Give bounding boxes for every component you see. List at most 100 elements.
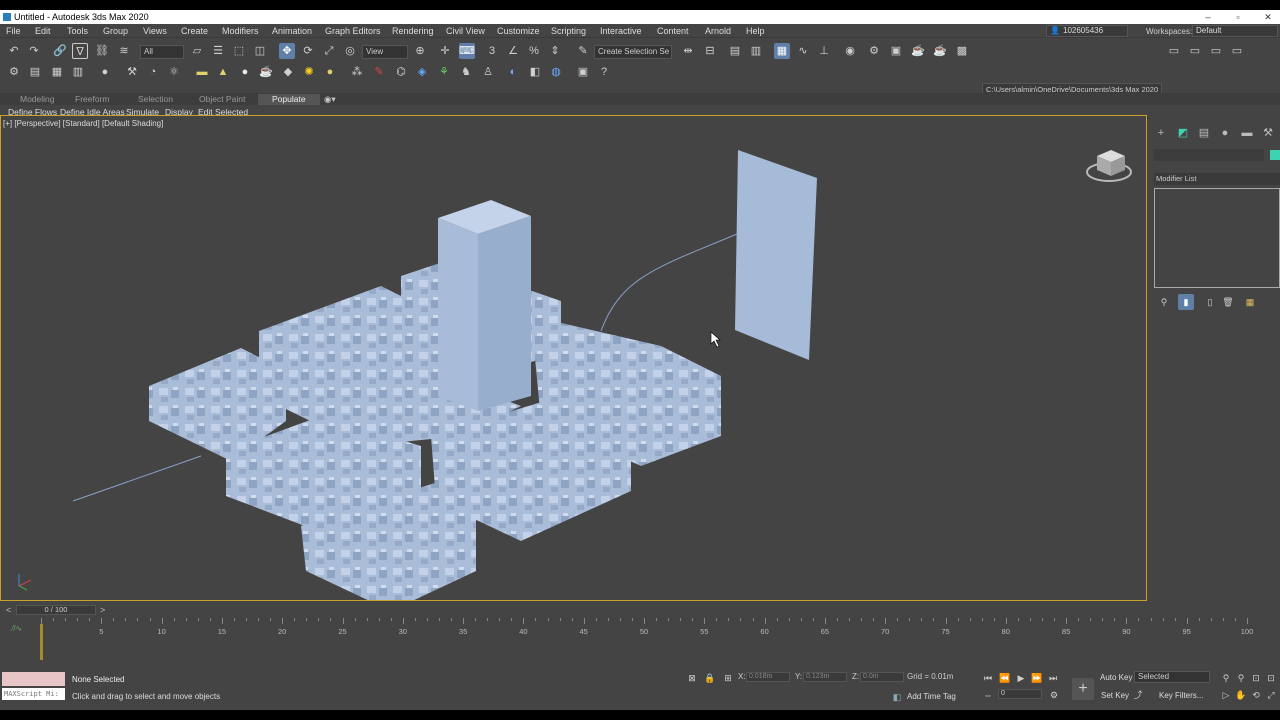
cloth-icon[interactable]: ◈ — [414, 64, 430, 80]
utilities-tab-icon[interactable]: ⚒ — [1261, 126, 1275, 140]
rect-region-icon[interactable]: ⬚ — [231, 43, 247, 59]
zoom-all-icon[interactable]: ⚲ — [1233, 670, 1249, 686]
isolate-selection-icon[interactable]: ⊠ — [684, 670, 700, 686]
maxscript-mini-input[interactable]: MAXScript Mi: — [2, 688, 65, 700]
current-frame-field[interactable]: 0 — [998, 689, 1042, 699]
arnold-render-icon[interactable]: ◐ — [505, 64, 521, 80]
light-create-icon[interactable]: ✺ — [301, 64, 317, 80]
modify-tab-icon[interactable]: ◩ — [1176, 126, 1190, 140]
window-crossing-icon[interactable]: ◫ — [252, 43, 268, 59]
undo-icon[interactable]: ↶ — [6, 43, 22, 59]
selection-filter-dropdown[interactable]: All — [140, 45, 184, 59]
flow-path-line[interactable] — [72, 455, 202, 502]
keyboard-shortcut-icon[interactable]: ⌨ — [459, 43, 475, 59]
set-key-big-button[interactable]: + — [1072, 678, 1094, 700]
menu-content[interactable]: Content — [657, 26, 689, 36]
configure-modifier-sets-icon[interactable]: ▦ — [1242, 294, 1258, 310]
account-dropdown[interactable]: 👤 102605436 — [1046, 25, 1128, 37]
tab-selection[interactable]: Selection — [138, 94, 173, 104]
arnold-shader-icon[interactable]: ◍ — [548, 64, 564, 80]
scale-icon[interactable]: ⤢ — [321, 43, 337, 59]
menu-rendering[interactable]: Rendering — [392, 26, 434, 36]
next-frame-icon[interactable]: ⏩ — [1029, 670, 1045, 686]
time-config-icon[interactable]: ◔ — [145, 64, 161, 80]
spinner-snap-icon[interactable]: ⇕ — [547, 43, 563, 59]
select-by-name-icon[interactable]: ☰ — [210, 43, 226, 59]
modifier-list-dropdown[interactable]: Modifier List — [1154, 173, 1280, 185]
named-selection-dropdown[interactable]: Create Selection Se — [594, 45, 672, 59]
time-prev-icon[interactable]: < — [6, 605, 11, 615]
particle-view-icon[interactable]: ⚛ — [166, 64, 182, 80]
ribbon-options-icon[interactable]: ◉▾ — [324, 94, 336, 105]
tab-modeling[interactable]: Modeling — [20, 94, 55, 104]
menu-interactive[interactable]: Interactive — [600, 26, 642, 36]
render-production-icon[interactable]: ☕ — [910, 43, 926, 59]
time-next-icon[interactable]: > — [100, 605, 105, 615]
manipulate-icon[interactable]: ✛ — [437, 43, 453, 59]
display-tab-icon[interactable]: ▬ — [1240, 126, 1254, 140]
project-open-icon[interactable]: ▭ — [1187, 43, 1203, 59]
object-name-field[interactable] — [1154, 149, 1264, 161]
hierarchy-tab-icon[interactable]: ▤ — [1197, 126, 1211, 140]
sphere-create-icon[interactable]: ● — [237, 64, 253, 80]
render-iterative-icon[interactable]: ☕ — [932, 43, 948, 59]
z-coordinate-field[interactable]: 0.0m — [860, 672, 904, 682]
add-time-tag[interactable]: Add Time Tag — [907, 692, 956, 701]
project-save-icon[interactable]: ▭ — [1208, 43, 1224, 59]
select-filter-icon[interactable]: ∇ — [72, 43, 88, 59]
plane-object[interactable] — [735, 150, 817, 360]
menu-views[interactable]: Views — [143, 26, 167, 36]
track-filter-icon[interactable]: ⁄/∿ — [12, 624, 22, 633]
make-unique-icon[interactable]: ▯ — [1202, 294, 1218, 310]
unlink-icon[interactable]: ⛓ — [94, 43, 110, 59]
asset-tracking-icon[interactable]: ⚒ — [124, 64, 140, 80]
field-of-view-icon[interactable]: ▷ — [1218, 687, 1234, 703]
reference-coordinate-dropdown[interactable]: View — [362, 45, 408, 59]
container-icon[interactable]: ⚙ — [6, 64, 22, 80]
menu-customize[interactable]: Customize — [497, 26, 540, 36]
display-floater-icon[interactable]: ▥ — [70, 64, 86, 80]
maxscript-listener[interactable] — [2, 672, 65, 686]
go-to-end-icon[interactable]: ⏭ — [1045, 670, 1061, 686]
zoom-icon[interactable]: ⚲ — [1218, 670, 1234, 686]
key-tangent-icon[interactable]: ⤴ — [1130, 687, 1146, 703]
camera-create-icon[interactable]: ● — [322, 64, 338, 80]
menu-civil-view[interactable]: Civil View — [446, 26, 485, 36]
menu-group[interactable]: Group — [103, 26, 128, 36]
material-editor-icon[interactable]: ◉ — [842, 43, 858, 59]
pivot-center-icon[interactable]: ⊕ — [412, 43, 428, 59]
maximize-viewport-icon[interactable]: ⤢ — [1263, 687, 1279, 703]
menu-create[interactable]: Create — [181, 26, 208, 36]
auto-key-button[interactable]: Auto Key — [1100, 673, 1132, 682]
populate-icon[interactable]: ♞ — [458, 64, 474, 80]
object-color-swatch[interactable] — [1270, 150, 1280, 160]
render-setup-icon[interactable]: ⚙ — [866, 43, 882, 59]
render-cloud-icon[interactable]: ▩ — [954, 43, 970, 59]
teapot-create-icon[interactable]: ☕ — [258, 64, 274, 80]
tab-populate[interactable]: Populate — [258, 94, 320, 105]
place-icon[interactable]: ◎ — [342, 43, 358, 59]
viewcube-icon[interactable] — [1086, 150, 1132, 182]
hair-icon[interactable]: ⚘ — [436, 64, 452, 80]
arnold-ipr-icon[interactable]: ◧ — [527, 64, 543, 80]
angle-snap-icon[interactable]: ∠ — [505, 43, 521, 59]
time-slider[interactable]: 0 / 100 — [16, 605, 96, 615]
link-icon[interactable]: 🔗 — [52, 43, 68, 59]
menu-scripting[interactable]: Scripting — [551, 26, 586, 36]
set-key-button[interactable]: Set Key — [1101, 691, 1129, 700]
box-create-icon[interactable]: ▬ — [194, 64, 210, 80]
x-coordinate-field[interactable]: 0.018m — [746, 672, 790, 682]
rendered-frame-icon[interactable]: ▣ — [888, 43, 904, 59]
redo-icon[interactable]: ↷ — [26, 43, 42, 59]
select-object-icon[interactable]: ▱ — [189, 43, 205, 59]
maximize-button[interactable]: ▫ — [1230, 10, 1246, 24]
pin-stack-icon[interactable]: ⚲ — [1156, 294, 1172, 310]
scene-explorer-icon[interactable]: ▤ — [727, 43, 743, 59]
flow-path-curve[interactable] — [600, 233, 738, 332]
time-cursor[interactable] — [40, 624, 43, 660]
bind-spacewarp-icon[interactable]: ≋ — [116, 43, 132, 59]
character-icon[interactable]: ♙ — [480, 64, 496, 80]
rotate-icon[interactable]: ⟳ — [300, 43, 316, 59]
cone-create-icon[interactable]: ▲ — [215, 64, 231, 80]
go-to-start-icon[interactable]: ⏮ — [980, 670, 996, 686]
